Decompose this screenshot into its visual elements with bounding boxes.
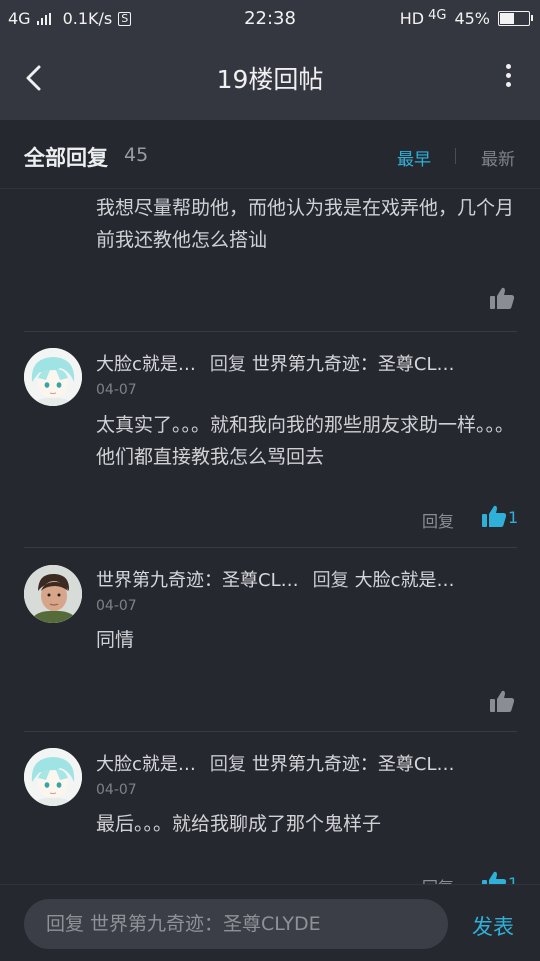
battery-icon <box>498 11 533 26</box>
like-count: 1 <box>508 508 519 527</box>
like-count: 1 <box>508 874 519 884</box>
reply-date: 04-07 <box>96 782 137 798</box>
reply-input[interactable] <box>24 899 448 949</box>
all-replies-label: 全部回复 <box>24 146 108 170</box>
list-item: 大脸c就是… 回复 世界第九奇迹：圣尊CL… 04-07 太真实了。。。就和我向我的… <box>0 332 540 547</box>
reply-count: 45 <box>124 144 149 166</box>
thumbs-up-icon[interactable] <box>489 286 515 310</box>
reply-button[interactable]: 回复 <box>422 874 454 884</box>
list-item: 大脸c就是… 回复 世界第九奇迹：圣尊CL… 04-07 最后。。。就给我聊成了那个… <box>0 732 540 884</box>
reply-content: 我想尽量帮助他，而他认为我是在戏弄他，几个月前我还教他怎么搭讪 <box>96 197 515 251</box>
author-name[interactable]: 世界第九奇迹：圣尊CL… <box>96 570 299 591</box>
author-name[interactable]: 大脸c就是… <box>96 754 196 775</box>
author-name[interactable]: 大脸c就是… <box>96 354 196 375</box>
reply-to-label: 回复 <box>209 354 246 375</box>
avatar[interactable] <box>24 748 82 806</box>
reply-content: 最后。。。就给我聊成了那个鬼样子 <box>96 813 382 835</box>
reply-target-name[interactable]: 世界第九奇迹：圣尊CL… <box>252 354 455 375</box>
reply-list: 我想尽量帮助他，而他认为我是在戏弄他，几个月前我还教他怎么搭讪 大脸c就是… 回复… <box>0 189 540 884</box>
thumbs-up-icon[interactable] <box>481 870 507 884</box>
network-type-right: 4G <box>428 8 447 23</box>
avatar[interactable] <box>24 565 82 623</box>
avatar[interactable] <box>24 348 82 406</box>
reply-to-label: 回复 <box>209 754 246 775</box>
battery-percent: 45% <box>454 9 490 28</box>
more-vertical-icon[interactable] <box>502 64 514 94</box>
reply-header: 大脸c就是… 回复 世界第九奇迹：圣尊CL… <box>96 350 455 376</box>
send-button[interactable]: 发表 <box>472 911 514 941</box>
title-bar: 19楼回帖 <box>0 38 540 120</box>
list-item: 我想尽量帮助他，而他认为我是在戏弄他，几个月前我还教他怎么搭讪 <box>0 189 540 331</box>
reply-filter-bar: 全部回复 45 最早 最新 <box>0 120 540 189</box>
status-right: HD 4G 45% <box>399 8 533 28</box>
reply-content: 同情 <box>96 629 135 651</box>
sort-latest-tab[interactable]: 最新 <box>481 145 515 170</box>
sort-earliest-tab[interactable]: 最早 <box>397 145 431 170</box>
reply-target-name[interactable]: 世界第九奇迹：圣尊CL… <box>252 754 455 775</box>
reply-date: 04-07 <box>96 598 137 614</box>
reply-header: 世界第九奇迹：圣尊CL… 回复 大脸c就是… <box>96 566 455 592</box>
reply-content: 太真实了。。。就和我向我的那些朋友求助一样。。。他们都直接教我怎么骂回去 <box>96 414 515 468</box>
chevron-left-icon[interactable] <box>18 62 50 94</box>
page-title: 19楼回帖 <box>216 65 324 94</box>
thumbs-up-icon[interactable] <box>489 689 515 713</box>
reply-date: 04-07 <box>96 382 137 398</box>
sort-divider <box>455 148 456 164</box>
list-item: 世界第九奇迹：圣尊CL… 回复 大脸c就是… 04-07 同情 <box>0 548 540 731</box>
status-bar: 4G 0.1K/s S 22:38 HD 4G 45% <box>0 0 540 38</box>
reply-button[interactable]: 回复 <box>422 508 454 532</box>
thumbs-up-icon[interactable] <box>481 504 507 528</box>
reply-target-name[interactable]: 大脸c就是… <box>355 570 455 591</box>
reply-composer: 发表 <box>0 884 540 961</box>
hd-indicator: HD <box>399 9 425 28</box>
reply-header: 大脸c就是… 回复 世界第九奇迹：圣尊CL… <box>96 750 455 776</box>
reply-to-label: 回复 <box>312 570 349 591</box>
